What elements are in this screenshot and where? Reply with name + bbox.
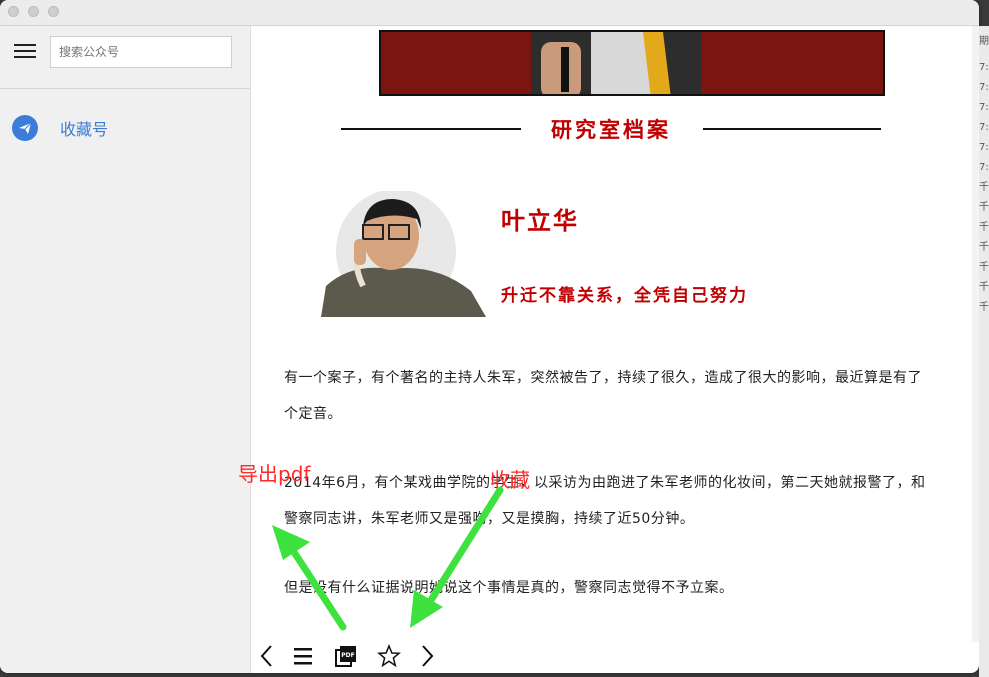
star-icon[interactable] xyxy=(375,638,403,673)
person-name: 叶立华 xyxy=(501,207,579,235)
background-row: 7: xyxy=(979,82,989,93)
paper-plane-icon xyxy=(12,115,38,141)
sidebar-item-label: 收藏号 xyxy=(60,120,109,139)
article-header-photo xyxy=(379,30,885,96)
background-window: 期 7: 7: 7: 7: 7: 7: 千 千 千 千 千 千 千 xyxy=(979,26,989,677)
background-row: 千 xyxy=(979,222,989,233)
article-scrollbar[interactable] xyxy=(972,26,979,642)
article-view: 研究室档案 叶立华 升迁不靠关系，全凭自己努力 有一个案子，有个著名的主持人朱军… xyxy=(251,26,971,673)
app-window: 收藏号 研究室档案 xyxy=(0,0,979,673)
article-paragraph: 但是没有什么证据说明她说这个事情是真的，警察同志觉得不予立案。 xyxy=(284,580,734,596)
sidebar: 收藏号 xyxy=(0,26,251,673)
svg-text:PDF: PDF xyxy=(341,652,354,659)
article-toolbar: PDF xyxy=(251,638,551,673)
background-row: 千 xyxy=(979,182,989,193)
background-row: 千 xyxy=(979,282,989,293)
title-bar xyxy=(0,0,979,26)
pdf-export-icon[interactable]: PDF xyxy=(333,638,359,673)
chevron-left-icon[interactable] xyxy=(255,638,277,673)
sidebar-divider xyxy=(0,88,250,89)
section-banner: 研究室档案 xyxy=(341,114,881,144)
sidebar-item-favorites[interactable]: 收藏号 xyxy=(12,114,108,142)
background-row: 7: xyxy=(979,62,989,73)
zoom-window-button[interactable] xyxy=(48,6,59,17)
background-row: 千 xyxy=(979,262,989,273)
person-motto: 升迁不靠关系，全凭自己努力 xyxy=(501,286,748,306)
annotation-favorite: 收藏 xyxy=(490,468,530,492)
annotation-export-pdf: 导出pdf xyxy=(238,462,311,486)
hamburger-menu-icon[interactable] xyxy=(14,44,36,60)
article-paragraph: 2014年6月，有个某戏曲学院的学生，以采访为由跑进了朱军老师的化妆间，第二天她… xyxy=(284,475,926,527)
minimize-window-button[interactable] xyxy=(28,6,39,17)
background-row: 7: xyxy=(979,102,989,113)
banner-title: 研究室档案 xyxy=(551,118,671,142)
background-row: 千 xyxy=(979,302,989,313)
chevron-right-icon[interactable] xyxy=(417,638,439,673)
background-row: 千 xyxy=(979,202,989,213)
background-row: 7: xyxy=(979,142,989,153)
background-row: 7: xyxy=(979,122,989,133)
article-paragraph: 有一个案子，有个著名的主持人朱军，突然被告了，持续了很久，造成了很大的影响，最近… xyxy=(284,370,922,422)
person-portrait xyxy=(321,189,486,317)
list-icon[interactable] xyxy=(291,638,315,673)
background-row: 千 xyxy=(979,242,989,253)
search-input[interactable] xyxy=(50,36,232,68)
close-window-button[interactable] xyxy=(8,6,19,17)
background-row: 7: xyxy=(979,162,989,173)
background-row: 期 xyxy=(979,36,989,47)
